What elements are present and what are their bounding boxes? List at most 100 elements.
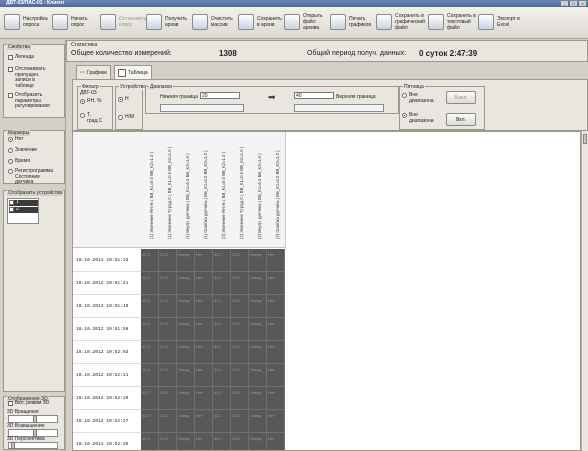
table-cell[interactable]: 42,1 [213,410,231,433]
marker-value-radio[interactable]: Значение [8,147,37,154]
legend-checkbox[interactable]: Легенда [8,54,34,61]
start-poll-button[interactable]: Начать опрос [52,12,99,32]
table-cell[interactable]: 42,1 [213,318,231,341]
rotate-slider-thumb[interactable] [33,415,37,423]
table-cell[interactable]: 20,6 [231,410,249,433]
table-cell[interactable]: 20,3 [159,364,177,387]
data-table[interactable]: (1) Значение RH,% ( BB_K1=0.0 BB_K2=1.0 … [72,131,581,451]
table-cell[interactable]: Нет [267,318,285,341]
column-header[interactable]: (1) Значение T,град.C ( BB_K1=0.0 BB_K2=… [159,132,178,248]
table-cell[interactable]: Завод. [177,433,195,450]
table-cell[interactable]: 42,3 [141,364,159,387]
table-cell[interactable]: 20,3 [159,410,177,433]
get-archive-button[interactable]: Получить архив [146,12,193,32]
table-cell[interactable]: Нет [195,387,213,410]
table-cell[interactable]: 42,1 [213,295,231,318]
table-cell[interactable]: Завод. [177,364,195,387]
table-cell[interactable]: Завод. [249,410,267,433]
table-cell[interactable]: 20,3 [159,387,177,410]
table-cell[interactable]: 42,3 [141,272,159,295]
setup-poll-button[interactable]: Настройка опроса [4,12,51,32]
column-header[interactable]: (1) Значение RH,% ( BB_K1=0.0 BB_K2=1.0 … [141,132,160,248]
clear-array-button[interactable]: Очистить массив [192,12,239,32]
open-archive-button[interactable]: Открыть файл архива [284,12,331,32]
omissions-checkbox[interactable]: Отслеживать пропущен. записи в таблице [8,66,55,89]
perspective-slider-thumb[interactable] [11,442,15,449]
table-cell[interactable]: 42,3 [141,387,159,410]
table-cell[interactable]: 42,3 [141,341,159,364]
table-cell[interactable]: 42,1 [213,272,231,295]
device-2-checkbox[interactable]: 2 [9,206,38,213]
table-cell[interactable]: Нет [195,318,213,341]
scroll-thumb[interactable] [583,134,587,144]
table-cell[interactable]: 20,3 [159,318,177,341]
stop-poll-button[interactable]: Остановить опрос [100,12,147,32]
table-cell[interactable]: 20,6 [231,387,249,410]
table-cell[interactable]: Нет [195,272,213,295]
table-cell[interactable]: Завод. [249,433,267,450]
table-cell[interactable]: Нет [195,295,213,318]
table-cell[interactable]: 20,3 [159,249,177,272]
table-cell[interactable]: 20,6 [231,272,249,295]
table-cell[interactable]: Завод. [249,249,267,272]
print-charts-button[interactable]: Печать графиков [330,12,377,32]
show-params-checkbox[interactable]: Отобразить параметры регулирования [8,92,55,110]
tab-table[interactable]: Таблица [114,65,152,80]
table-cell[interactable]: 42,1 [213,387,231,410]
save-archive-button[interactable]: Сохранить в архив [238,12,285,32]
export-excel-button[interactable]: Экспорт в Excel [478,12,525,32]
table-cell[interactable]: Завод. [177,341,195,364]
table-cell[interactable]: 42,3 [141,249,159,272]
table-cell[interactable]: Завод. [249,295,267,318]
upper-bound-input[interactable]: 40 [294,92,334,99]
table-cell[interactable]: Завод. [249,387,267,410]
devices-list[interactable]: 1 2 [7,198,39,224]
table-row[interactable]: 10.10.2012 10:51:49 42,3 20,3 Завод. Нет 42,1… [73,295,285,318]
table-cell[interactable]: 42,1 [213,249,231,272]
table-cell[interactable]: 42,1 [213,341,231,364]
table-cell[interactable]: Завод. [177,318,195,341]
table-cell[interactable]: Нет [195,249,213,272]
minimize-button[interactable]: _ [561,1,568,6]
table-row[interactable]: 10.10.2012 10:51:56 42,3 20,3 Завод. Нет 42,1… [73,318,285,341]
on-button[interactable]: Вкл. [446,113,476,126]
table-row[interactable]: 10.10.2012 10:52:11 42,3 20,3 Завод. Нет 42,1… [73,364,285,387]
table-cell[interactable]: Завод. [177,410,195,433]
table-cell[interactable]: 20,6 [231,295,249,318]
table-row[interactable]: 10.10.2012 10:51:33 42,3 20,3 Завод. Нет 42,1… [73,249,285,272]
column-header[interactable]: (2) Ошибка датчика ( BB_K1=0.0 BB_K2=1.0… [267,132,286,248]
table-cell[interactable]: 20,3 [159,272,177,295]
perspective-slider[interactable] [8,442,58,449]
save-text-button[interactable]: Сохранить в текстовый файл [428,12,479,32]
table-cell[interactable]: 42,1 [213,433,231,450]
marker-register-radio[interactable]: Регистрограмма Состояние датчика [8,168,59,186]
table-cell[interactable]: 20,3 [159,433,177,450]
table-cell[interactable]: Завод. [249,272,267,295]
off-button[interactable]: Выкл. [446,91,476,104]
table-cell[interactable]: 20,6 [231,249,249,272]
hyst-opt2-radio[interactable]: Вне диапазона [402,112,433,124]
column-header[interactable]: (1) Внутр. датчика ( BB_K1=0.0 BB_K2=1.0… [177,132,196,248]
table-cell[interactable]: 42,1 [213,364,231,387]
filter-t-radio[interactable]: T, град.С [80,112,103,124]
table-cell[interactable]: 20,6 [231,341,249,364]
table-cell[interactable]: Завод. [249,318,267,341]
table-cell[interactable]: Нет [267,249,285,272]
lower-bound-input[interactable]: 20 [200,92,240,99]
lower-bound-slider[interactable] [160,104,244,112]
table-cell[interactable]: Нет [195,410,213,433]
table-cell[interactable]: Нет [267,433,285,450]
filter-rh-radio[interactable]: RH, % [80,98,101,105]
table-row[interactable]: 10.10.2012 10:52:35 42,3 20,3 Завод. Нет 42,1… [73,433,285,450]
table-cell[interactable]: Завод. [177,272,195,295]
tab-charts[interactable]: 〰 Графики [76,65,111,80]
marker-none-radio[interactable]: Нет [8,136,24,143]
column-header[interactable]: (1) Ошибка датчика ( BB_K1=0.0 BB_K2=1.0… [195,132,214,248]
hyst-opt1-radio[interactable]: Вне диапазона [402,92,433,104]
table-cell[interactable]: Нет [267,295,285,318]
vertical-scrollbar[interactable] [581,131,588,451]
table-cell[interactable]: Завод. [249,364,267,387]
upper-bound-slider[interactable] [294,104,384,112]
table-cell[interactable]: Завод. [177,249,195,272]
table-cell[interactable]: Нет [195,433,213,450]
